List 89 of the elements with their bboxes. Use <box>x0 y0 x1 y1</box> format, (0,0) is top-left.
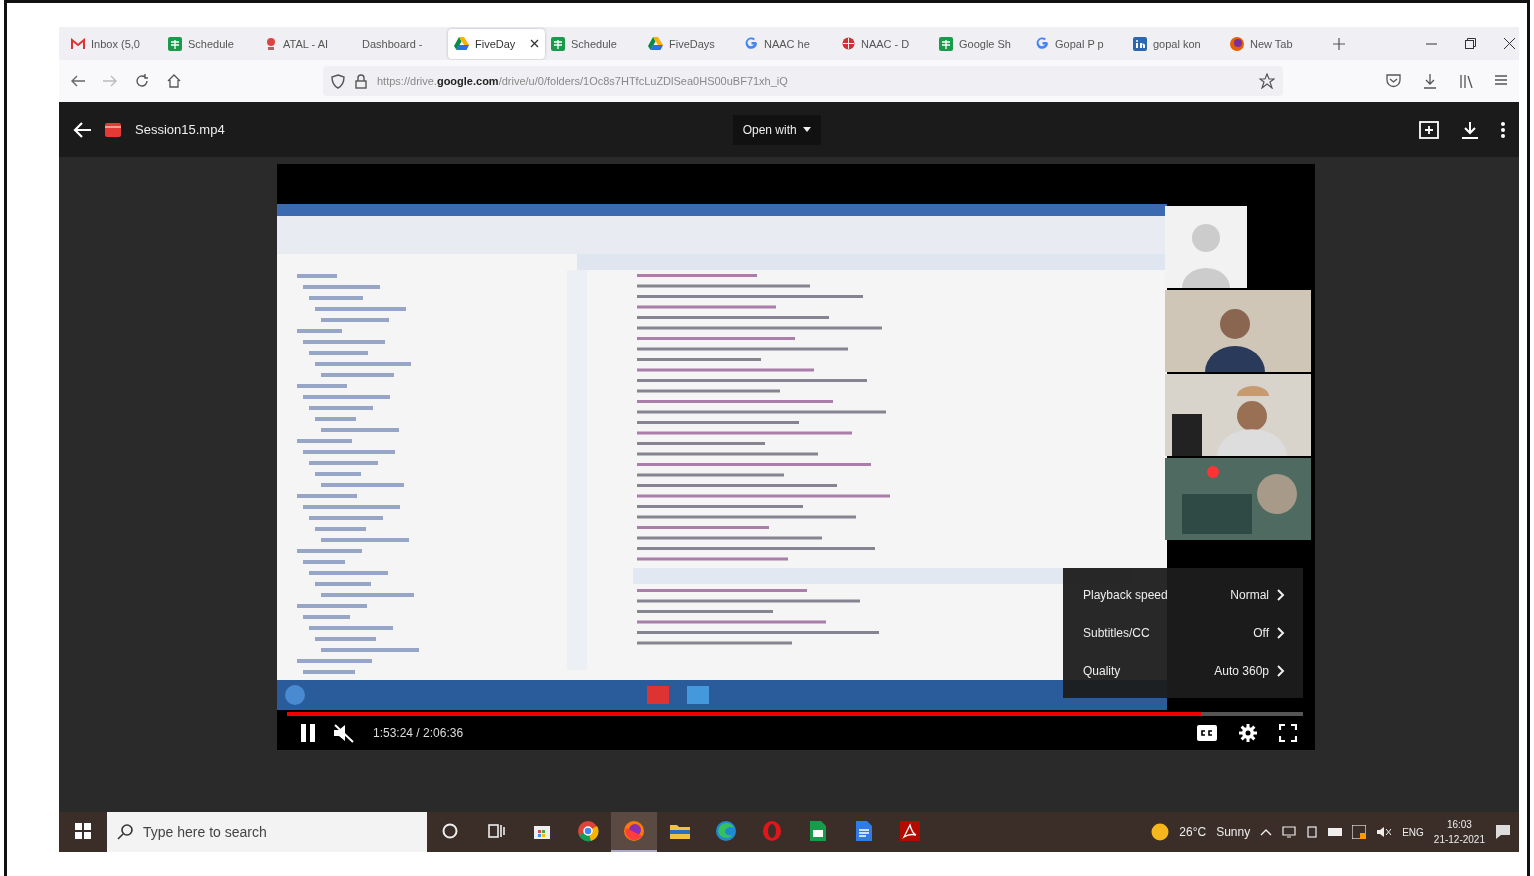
menu-item[interactable]: Subtitles/CC Off <box>1063 614 1303 652</box>
sheet-icon <box>168 36 182 51</box>
address-bar[interactable]: https://drive.google.com/drive/u/0/folders/1Oc8s7HTfcLuZDlSea0HS00uBF71xh_iQ <box>323 66 1283 96</box>
mail-icon <box>71 37 85 50</box>
menu-item-value: Auto 360p <box>1214 664 1269 678</box>
menu-item[interactable]: Playback speed Normal <box>1063 576 1303 614</box>
g-letter-icon <box>745 37 758 50</box>
plus-icon[interactable] <box>1333 37 1345 50</box>
g-letter-icon <box>1036 37 1049 50</box>
windows-icon <box>75 823 91 839</box>
open-with-button[interactable]: Open with <box>732 114 821 145</box>
chevron-right-icon <box>1277 589 1285 601</box>
more-icon[interactable] <box>1501 121 1505 138</box>
emblem-icon <box>265 36 277 51</box>
close-icon[interactable] <box>1504 38 1515 49</box>
triangle-icon <box>648 37 663 50</box>
caret-icon <box>802 127 811 132</box>
menu-item-label: Subtitles/CC <box>1083 626 1150 640</box>
video-file-icon <box>105 122 121 137</box>
menu-item-value: Normal <box>1230 588 1269 602</box>
battery-icon[interactable] <box>1328 828 1343 836</box>
fox-icon <box>1230 36 1244 51</box>
add-to-drive-icon[interactable] <box>1419 120 1439 139</box>
browser-tab[interactable]: Schedule <box>545 28 642 59</box>
pocket-icon[interactable] <box>1386 73 1401 88</box>
device-icon[interactable] <box>1306 826 1319 838</box>
temperature: 26°C <box>1179 825 1207 839</box>
star-icon[interactable] <box>1259 73 1275 89</box>
browser-tab[interactable]: Google Sh <box>933 28 1030 59</box>
close-icon[interactable] <box>530 39 539 48</box>
wave-logo-icon <box>715 820 737 842</box>
pdf-icon <box>900 821 920 841</box>
weather-condition: Sunny <box>1216 825 1251 839</box>
language-indicator[interactable]: ENG <box>1402 826 1424 838</box>
muted-speaker-icon[interactable] <box>333 723 355 743</box>
sheet-icon <box>809 820 827 842</box>
shield-icon <box>331 73 345 89</box>
library-icon[interactable] <box>1459 73 1473 88</box>
restore-icon[interactable] <box>1465 38 1476 49</box>
menu-item-value: Off <box>1253 626 1269 640</box>
search-field[interactable]: Type here to search <box>107 812 427 852</box>
time-display: 1:53:24 / 2:06:36 <box>373 726 464 740</box>
fullscreen-icon[interactable] <box>1279 724 1297 742</box>
folder-icon <box>669 822 691 840</box>
circle-icon <box>441 822 459 840</box>
browser-tab[interactable]: Schedule <box>162 28 259 59</box>
lock-icon <box>355 73 367 89</box>
browser-tab[interactable]: Inbox (5,0 <box>65 28 162 59</box>
browser-tab[interactable]: Dashboard - <box>356 28 448 59</box>
monitor-icon[interactable] <box>1282 826 1297 838</box>
menu-icon[interactable] <box>1495 73 1507 86</box>
browser-tab[interactable]: New Tab <box>1224 28 1321 59</box>
chevron-up-icon[interactable] <box>1260 828 1273 836</box>
settings-icon[interactable] <box>1239 724 1257 742</box>
browser-tab[interactable]: FiveDays <box>642 28 739 59</box>
home-icon[interactable] <box>167 74 181 88</box>
pause-icon[interactable] <box>301 724 315 742</box>
search-icon <box>117 824 133 840</box>
network-icon[interactable] <box>1352 825 1367 839</box>
fox-icon <box>623 820 645 842</box>
menu-item-label: Quality <box>1083 664 1121 678</box>
square-logo-icon <box>1133 36 1147 51</box>
file-name: Session15.mp4 <box>135 122 225 137</box>
browser-tab[interactable]: FiveDay <box>448 28 545 59</box>
triangle-icon <box>454 37 469 50</box>
captions-icon[interactable] <box>1197 725 1217 741</box>
chevron-right-icon <box>1277 665 1285 677</box>
browser-tab[interactable]: ATAL - AI <box>259 28 356 59</box>
browser-tab[interactable]: Gopal P p <box>1030 28 1127 59</box>
menu-item-label: Playback speed <box>1083 588 1168 602</box>
globe-icon <box>842 37 855 50</box>
chevron-right-icon <box>1277 627 1285 639</box>
sheet-icon <box>939 36 953 51</box>
reload-icon[interactable] <box>135 74 149 88</box>
browser-tab[interactable]: NAAC - D <box>836 28 933 59</box>
chrome-icon <box>577 820 599 842</box>
browser-tab[interactable]: gopal kon <box>1127 28 1224 59</box>
url-text: https://drive.google.com/drive/u/0/folders/1Oc8s7HTfcLuZDlSea0HS00uBF71xh_iQ <box>377 75 788 87</box>
sheet-icon <box>551 36 565 51</box>
speaker-muted-icon[interactable] <box>1376 826 1393 838</box>
ring-logo-icon <box>761 820 783 842</box>
document-icon <box>855 820 873 842</box>
sun-icon <box>1151 823 1170 841</box>
download-icon[interactable] <box>1423 73 1437 89</box>
clock[interactable]: 16:03 21-12-2021 <box>1433 817 1485 847</box>
notifications-icon[interactable] <box>1495 824 1511 840</box>
task-view-icon <box>487 822 505 840</box>
browser-tab[interactable]: NAAC he <box>739 28 836 59</box>
menu-item[interactable]: Quality Auto 360p <box>1063 652 1303 690</box>
